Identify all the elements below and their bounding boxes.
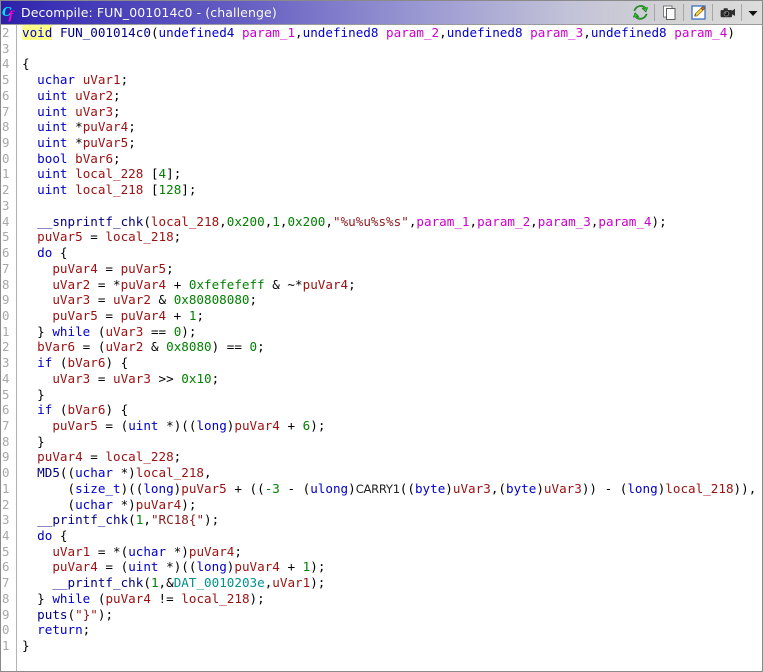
line-number: 5 <box>2 229 10 245</box>
toolbar-separator <box>712 4 713 21</box>
line-number: 2 <box>2 25 10 40</box>
code-line[interactable]: } <box>17 434 762 450</box>
line-number: 2 <box>2 496 10 512</box>
line-number: 7 <box>2 417 10 433</box>
code-line[interactable]: puVar4 = local_228; <box>17 449 762 465</box>
line-number: 2 <box>2 182 10 198</box>
refresh-button[interactable] <box>628 2 652 24</box>
line-number: 6 <box>2 245 10 261</box>
line-number: 8 <box>2 590 10 606</box>
code-line[interactable]: uVar2 = *puVar4 + 0xfefefeff & ~*puVar4; <box>17 277 762 293</box>
titlebar-toolbar <box>628 1 762 25</box>
code-line[interactable]: uchar uVar1; <box>17 72 762 88</box>
code-line[interactable]: return; <box>17 622 762 638</box>
code-line[interactable]: uVar3 = uVar2 & 0x80808080; <box>17 292 762 308</box>
line-number: 6 <box>2 559 10 575</box>
line-number: 5 <box>2 543 10 559</box>
code-line[interactable]: do { <box>17 528 762 544</box>
line-number: 5 <box>2 386 10 402</box>
line-number: 2 <box>2 339 10 355</box>
line-number: 0 <box>2 622 10 638</box>
code-lines[interactable]: void FUN_001014c0(undefined4 param_1,und… <box>17 25 762 671</box>
toolbar-separator <box>654 4 655 21</box>
code-line[interactable]: } while (puVar4 != local_218); <box>17 591 762 607</box>
toolbar-separator <box>683 4 684 21</box>
line-number: 3 <box>2 512 10 528</box>
line-number <box>1 654 16 670</box>
code-line[interactable]: bVar6 = (uVar2 & 0x8080) == 0; <box>17 339 762 355</box>
code-line[interactable] <box>17 41 762 57</box>
line-number: 0 <box>2 150 10 166</box>
code-line[interactable]: (size_t)((long)puVar5 + ((-3 - (ulong)CA… <box>17 481 762 497</box>
code-line[interactable]: uVar1 = *(uchar *)puVar4; <box>17 544 762 560</box>
decompiler-window: C f Decompile: FUN_001014c0 - (challenge… <box>0 0 763 672</box>
code-line[interactable]: uint local_218 [128]; <box>17 182 762 198</box>
line-number: 8 <box>2 276 10 292</box>
line-number: 9 <box>2 449 10 465</box>
line-number: 7 <box>2 260 10 276</box>
code-line[interactable]: __printf_chk(1,"RC18{"); <box>17 512 762 528</box>
code-line[interactable]: } while (uVar3 == 0); <box>17 324 762 340</box>
code-line[interactable]: puVar5 = puVar4 + 1; <box>17 308 762 324</box>
decompiler-code-area[interactable]: 2 3 4 5 6 7 8 9 0 1 2 3 4 5 6 7 8 9 0 1 … <box>1 25 762 671</box>
code-line[interactable]: } <box>17 387 762 403</box>
code-line[interactable]: __snprintf_chk(local_218,0x200,1,0x200,"… <box>17 214 762 230</box>
line-number: 4 <box>2 56 10 72</box>
line-number: 4 <box>2 370 10 386</box>
line-number: 5 <box>2 72 10 88</box>
line-number: 7 <box>2 575 10 591</box>
line-number: 9 <box>2 135 10 151</box>
svg-text:f: f <box>8 9 16 22</box>
line-number: 1 <box>2 480 10 496</box>
code-line[interactable] <box>17 198 762 214</box>
code-line[interactable]: puVar5 = local_218; <box>17 229 762 245</box>
code-line[interactable]: puVar5 = (uint *)((long)puVar4 + 6); <box>17 418 762 434</box>
line-number: 3 <box>2 355 10 371</box>
code-line[interactable]: } <box>17 638 762 654</box>
line-number: 3 <box>2 197 10 213</box>
line-number: 1 <box>2 166 10 182</box>
line-number: 3 <box>2 40 10 56</box>
ghidra-function-icon: C f <box>2 4 18 22</box>
code-line[interactable]: MD5((uchar *)local_218, <box>17 465 762 481</box>
line-number: 4 <box>2 213 10 229</box>
code-line[interactable]: { <box>17 56 762 72</box>
code-line[interactable]: puts("}"); <box>17 607 762 623</box>
line-number: 9 <box>2 606 10 622</box>
code-line[interactable]: uVar3 = uVar3 >> 0x10; <box>17 371 762 387</box>
code-line[interactable]: uint local_228 [4]; <box>17 166 762 182</box>
code-line[interactable]: uint *puVar5; <box>17 135 762 151</box>
code-line[interactable]: if (bVar6) { <box>17 355 762 371</box>
code-line[interactable]: __printf_chk(1,&DAT_0010203e,uVar1); <box>17 575 762 591</box>
line-number: 6 <box>2 87 10 103</box>
code-line[interactable]: do { <box>17 245 762 261</box>
line-number: 0 <box>2 465 10 481</box>
line-number: 1 <box>2 638 10 654</box>
line-number: 4 <box>2 528 10 543</box>
code-line[interactable]: uint uVar2; <box>17 88 762 104</box>
code-line[interactable]: if (bVar6) { <box>17 402 762 418</box>
code-line[interactable]: puVar4 = puVar5; <box>17 261 762 277</box>
line-number: 1 <box>2 323 10 339</box>
overflow-button[interactable] <box>744 2 762 24</box>
line-number: 8 <box>2 119 10 135</box>
copy-button[interactable] <box>657 2 681 24</box>
window-titlebar: C f Decompile: FUN_001014c0 - (challenge… <box>1 1 762 25</box>
code-line[interactable]: uint *puVar4; <box>17 119 762 135</box>
edit-button[interactable] <box>686 2 710 24</box>
toolbar-separator <box>741 4 742 21</box>
code-line[interactable]: uint uVar3; <box>17 104 762 120</box>
snapshot-button[interactable] <box>715 2 739 24</box>
code-line[interactable]: (uchar *)puVar4); <box>17 497 762 513</box>
line-number: 7 <box>2 103 10 119</box>
code-line[interactable]: bool bVar6; <box>17 151 762 167</box>
line-number: 9 <box>2 292 10 308</box>
code-line[interactable]: puVar4 = (uint *)((long)puVar4 + 1); <box>17 559 762 575</box>
line-number: 6 <box>2 402 10 418</box>
line-number: 0 <box>2 307 10 323</box>
code-line[interactable]: void FUN_001014c0(undefined4 param_1,und… <box>17 25 762 41</box>
line-number-gutter: 2 3 4 5 6 7 8 9 0 1 2 3 4 5 6 7 8 9 0 1 … <box>1 25 16 671</box>
line-number: 8 <box>2 433 10 449</box>
window-title: Decompile: FUN_001014c0 - (challenge) <box>21 5 277 20</box>
